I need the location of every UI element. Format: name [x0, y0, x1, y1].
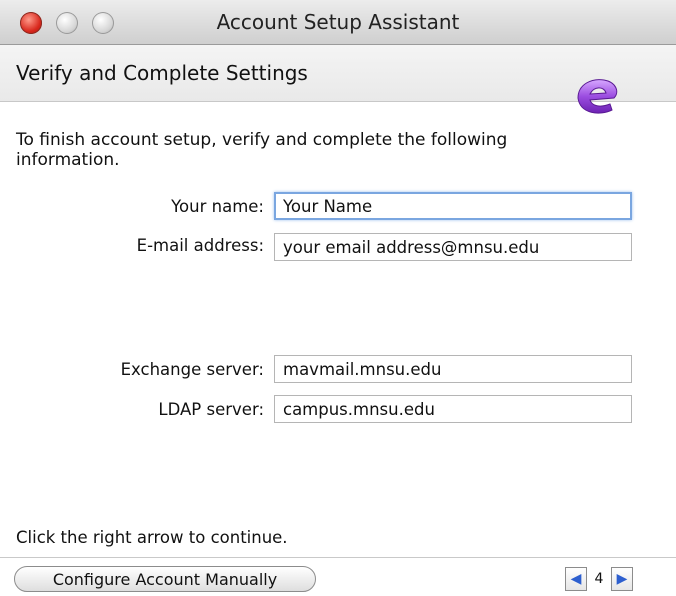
title-bar: Account Setup Assistant	[0, 0, 676, 45]
previous-page-button[interactable]: ◀	[565, 567, 587, 591]
ldap-server-label: LDAP server:	[158, 400, 264, 419]
left-arrow-icon: ◀	[570, 571, 582, 587]
page-number: 4	[594, 571, 604, 587]
section-title: Verify and Complete Settings	[16, 61, 308, 85]
page-navigator: ◀ 4 ▶	[565, 566, 633, 592]
right-arrow-icon: ▶	[616, 571, 628, 587]
name-label: Your name:	[171, 197, 264, 216]
exchange-server-field[interactable]	[274, 355, 632, 383]
entourage-logo-icon	[577, 79, 618, 114]
name-field[interactable]	[274, 192, 632, 220]
email-label: E-mail address:	[136, 236, 264, 255]
email-field[interactable]	[274, 233, 632, 261]
ldap-server-field[interactable]	[274, 395, 632, 423]
footer-divider	[0, 557, 676, 558]
configure-manually-button[interactable]: Configure Account Manually	[14, 566, 316, 592]
window-title: Account Setup Assistant	[216, 10, 460, 34]
exchange-server-label: Exchange server:	[120, 360, 264, 379]
intro-text: To finish account setup, verify and comp…	[16, 130, 508, 170]
next-page-button[interactable]: ▶	[611, 567, 633, 591]
continue-hint: Click the right arrow to continue.	[16, 528, 288, 547]
